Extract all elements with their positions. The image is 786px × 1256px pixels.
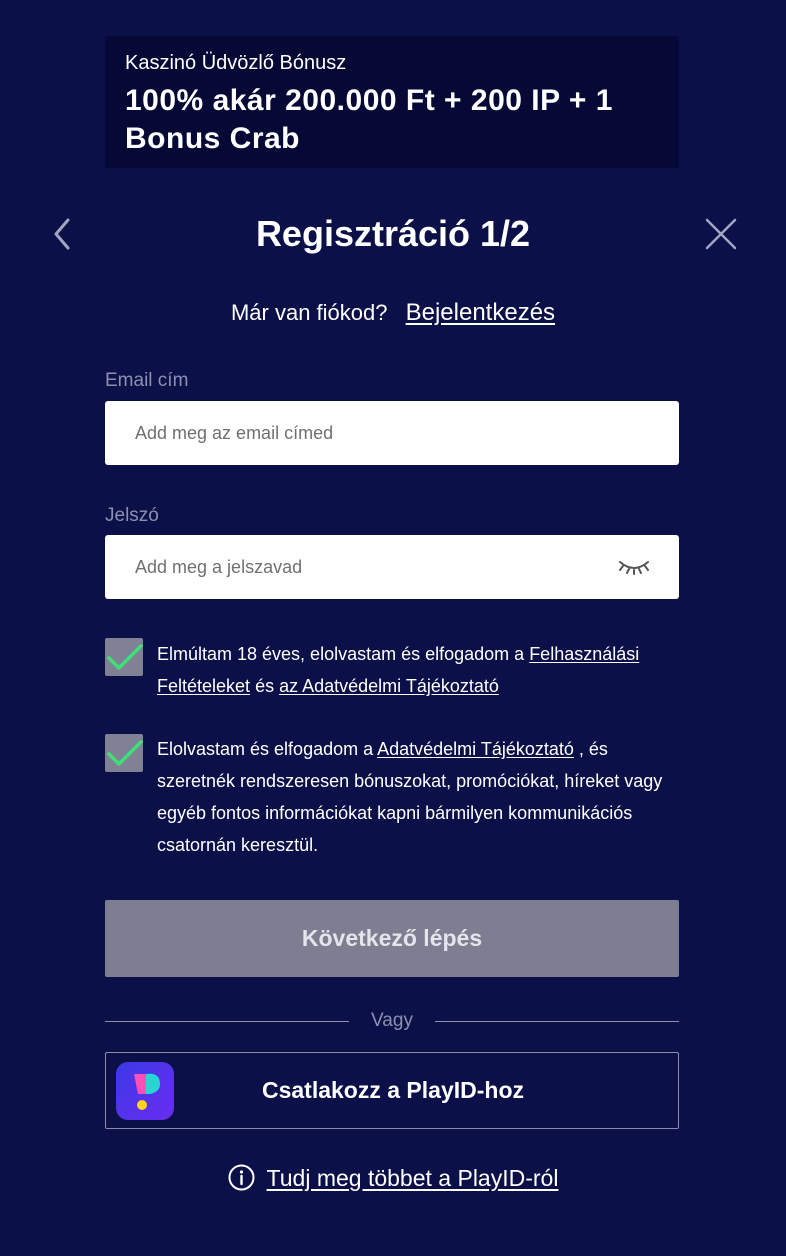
next-step-button[interactable]: Következő lépés [105,900,679,977]
playid-label: Csatlakozz a PlayID-hoz [261,1077,525,1103]
check-icon [107,644,143,670]
learn-more-row: Tudj meg többet a PlayID-ról [0,1160,786,1196]
divider-line-left [105,1021,349,1022]
check-icon [107,740,143,766]
info-icon [228,1164,255,1191]
learn-more-link[interactable]: Tudj meg többet a PlayID-ról [267,1165,559,1191]
privacy-link-2[interactable]: Adatvédelmi Tájékoztató [377,739,574,759]
marketing-consent-text: Elolvastam és elfogadom a Adatvédelmi Tá… [157,733,687,861]
divider-line-right [435,1021,679,1022]
password-label: Jelszó [105,505,159,526]
email-input[interactable] [133,421,651,445]
login-prompt-row: Már van fiókod? Bejelentkezés [0,296,786,330]
marketing-text-part: Elolvastam és elfogadom a [157,739,378,759]
divider-label: Vagy [371,1010,413,1031]
email-label: Email cím [105,370,189,391]
close-button[interactable] [702,215,740,253]
age-terms-text-part: és [250,676,280,696]
marketing-consent-checkbox[interactable] [105,734,143,772]
age-terms-checkbox[interactable] [105,638,143,676]
password-input[interactable] [133,555,607,579]
eye-closed-icon[interactable] [617,557,651,577]
bonus-title: 100% akár 200.000 Ft + 200 IP + 1 Bonus … [125,84,613,155]
privacy-link[interactable]: az Adatvédelmi Tájékoztató [279,676,499,696]
playid-join-button[interactable]: Csatlakozz a PlayID-hoz [105,1052,679,1129]
age-terms-text-part: Elmúltam 18 éves, elolvastam és elfogado… [157,644,530,664]
page-title: Regisztráció 1/2 [255,213,531,254]
close-icon [705,218,737,250]
password-field-box [105,535,679,599]
login-prompt: Már van fiókod? [230,300,388,325]
login-link[interactable]: Bejelentkezés [406,299,555,326]
bonus-banner: Kaszinó Üdvözlő Bónusz 100% akár 200.000… [105,36,679,168]
age-terms-text: Elmúltam 18 éves, elolvastam és elfogado… [157,638,687,702]
bonus-subtitle: Kaszinó Üdvözlő Bónusz [125,52,347,74]
email-field-box [105,401,679,465]
